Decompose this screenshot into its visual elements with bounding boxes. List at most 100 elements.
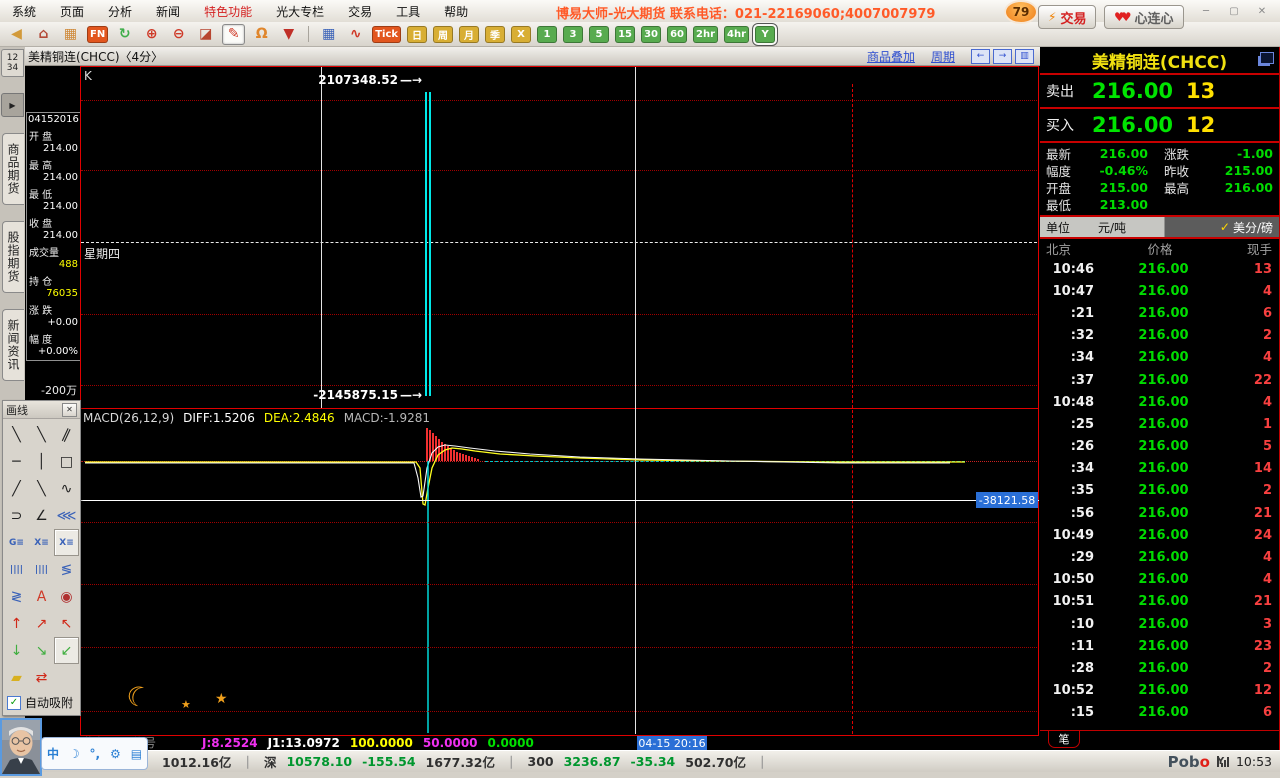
trade-row[interactable]: :35216.002 xyxy=(1040,480,1279,502)
channel-tool[interactable]: ≶ xyxy=(54,556,79,583)
tick-detail-tab[interactable]: 笔 xyxy=(1048,731,1080,748)
trade-row[interactable]: 10:50216.004 xyxy=(1040,569,1279,591)
zoom-out-icon[interactable]: ⊖ xyxy=(168,25,189,44)
time-grid-tool[interactable]: |||| xyxy=(4,556,29,583)
cycle-lines-tool[interactable]: |||| xyxy=(29,556,54,583)
period-3min-chip[interactable]: 3 xyxy=(563,26,583,43)
period-4hr-chip[interactable]: 4hr xyxy=(724,26,749,43)
menu-trade[interactable]: 交易 xyxy=(348,3,372,20)
indent-tool[interactable]: ⇄ xyxy=(29,664,54,691)
quote-table-icon[interactable]: ▦ xyxy=(318,25,339,44)
news-page-icon[interactable]: ▦ xyxy=(60,25,81,44)
regression-tool[interactable]: ≷ xyxy=(4,583,29,610)
parallel-lines-tool[interactable]: ∥ xyxy=(49,417,83,452)
menu-guangda-column[interactable]: 光大专栏 xyxy=(276,3,324,20)
period-day-chip[interactable]: 日 xyxy=(407,26,427,43)
gann-fan-tool[interactable]: ∠ xyxy=(29,502,54,529)
trade-row[interactable]: :25216.001 xyxy=(1040,413,1279,435)
fn-chip[interactable]: FN xyxy=(87,26,108,43)
ime-tools-icon[interactable]: ⚙ xyxy=(110,747,121,761)
ime-punct-icon[interactable]: °, xyxy=(90,747,101,761)
golden-section-tool[interactable]: X≡ xyxy=(29,529,54,556)
period-quarter-chip[interactable]: 季 xyxy=(485,26,505,43)
auto-snap-checkbox[interactable]: ✓ xyxy=(7,696,21,710)
trade-row[interactable]: 10:52216.0012 xyxy=(1040,680,1279,702)
period-15min-chip[interactable]: 15 xyxy=(615,26,635,43)
rectangle-tool[interactable]: □ xyxy=(54,448,79,475)
arrow-up-tool[interactable]: ↑ xyxy=(4,610,29,637)
trend-segment-tool[interactable]: ╲ xyxy=(29,475,54,502)
arrow-down-tool[interactable]: ↓ xyxy=(4,637,29,664)
restore-button[interactable]: ▢ xyxy=(1222,4,1246,19)
trade-row[interactable]: :21216.006 xyxy=(1040,302,1279,324)
trade-row[interactable]: 10:47216.004 xyxy=(1040,280,1279,302)
close-icon[interactable]: ✕ xyxy=(62,403,77,417)
menu-tools[interactable]: 工具 xyxy=(396,3,420,20)
period-month-chip[interactable]: 月 xyxy=(459,26,479,43)
horizontal-line-tool[interactable]: ─ xyxy=(4,448,29,475)
menu-help[interactable]: 帮助 xyxy=(444,3,468,20)
sidebar-tab-news[interactable]: 新闻资讯 xyxy=(2,309,24,381)
expand-arrow-tab[interactable]: ▶ xyxy=(1,93,24,117)
arrow-nw-tool[interactable]: ↖ xyxy=(54,610,79,637)
zoom-in-icon[interactable]: ⊕ xyxy=(141,25,162,44)
filter-icon[interactable]: ▼ xyxy=(278,25,299,44)
tick-chip[interactable]: Tick xyxy=(372,26,401,43)
ime-toolbar[interactable]: 中 ☽ °, ⚙ ▤ xyxy=(41,737,148,770)
trade-row[interactable]: 10:49216.0024 xyxy=(1040,524,1279,546)
refresh-icon[interactable]: ↻ xyxy=(114,25,135,44)
home-icon[interactable]: ⌂ xyxy=(33,25,54,44)
trade-row[interactable]: :34216.0014 xyxy=(1040,458,1279,480)
trade-list[interactable]: 10:46216.001310:47216.004:21216.006:3221… xyxy=(1040,258,1279,730)
menu-page[interactable]: 页面 xyxy=(60,3,84,20)
star-drawing[interactable]: ★ xyxy=(181,698,191,711)
star-drawing[interactable]: ★ xyxy=(215,691,228,707)
page-number-tab[interactable]: 1234 xyxy=(1,49,24,77)
prev-page-icon[interactable]: ← xyxy=(971,49,990,64)
wave-tool[interactable]: ∿ xyxy=(54,475,79,502)
period-30min-chip[interactable]: 30 xyxy=(641,26,661,43)
ask-row[interactable]: 卖出 216.00 13 xyxy=(1040,75,1279,107)
chart-area[interactable]: 2107348.52 -2145875.15 K 星期四 MACD(26,12,… xyxy=(80,66,1040,750)
trade-row[interactable]: :29216.004 xyxy=(1040,546,1279,568)
period-week-chip[interactable]: 周 xyxy=(433,26,453,43)
ime-softkeyboard-icon[interactable]: ▤ xyxy=(131,747,142,761)
period-x-chip[interactable]: X xyxy=(511,26,531,43)
ime-halfmoon-icon[interactable]: ☽ xyxy=(69,747,80,761)
alarm-icon[interactable]: Ω xyxy=(251,25,272,44)
menu-news[interactable]: 新闻 xyxy=(156,3,180,20)
trade-row[interactable]: :15216.006 xyxy=(1040,702,1279,724)
line-tool[interactable]: ╲ xyxy=(4,421,29,448)
period-60min-chip[interactable]: 60 xyxy=(667,26,687,43)
unit-toggle-row[interactable]: 单位 元/吨 ✓ 美分/磅 xyxy=(1040,217,1279,237)
trade-row[interactable]: :28216.002 xyxy=(1040,657,1279,679)
overlay-link[interactable]: 商品叠加 xyxy=(867,48,915,65)
minimize-button[interactable]: ─ xyxy=(1194,4,1218,19)
trade-row[interactable]: :11216.0023 xyxy=(1040,635,1279,657)
ray-tool[interactable]: ╱ xyxy=(4,475,29,502)
trade-row[interactable]: 10:46216.0013 xyxy=(1040,258,1279,280)
gann-lines-tool[interactable]: G≡ xyxy=(4,529,29,556)
period-1min-chip[interactable]: 1 xyxy=(537,26,557,43)
ime-lang-icon[interactable]: 中 xyxy=(47,745,59,762)
trade-row[interactable]: :37216.0022 xyxy=(1040,369,1279,391)
period-2hr-chip[interactable]: 2hr xyxy=(693,26,718,43)
unit-yuan-ton[interactable]: 元/吨 xyxy=(1098,219,1126,236)
trade-row[interactable]: :10216.003 xyxy=(1040,613,1279,635)
arrow-se-tool[interactable]: ↘ xyxy=(29,637,54,664)
trade-button[interactable]: ⚡ 交易 xyxy=(1038,5,1096,29)
draw-tool-icon[interactable]: ✎ xyxy=(222,24,245,45)
overlay-icon[interactable]: ◪ xyxy=(195,25,216,44)
vertical-line-tool[interactable]: │ xyxy=(29,448,54,475)
menu-analysis[interactable]: 分析 xyxy=(108,3,132,20)
period-link[interactable]: 周期 xyxy=(931,48,955,65)
period-5min-chip[interactable]: 5 xyxy=(589,26,609,43)
arc-tool[interactable]: ⊃ xyxy=(4,502,29,529)
eraser-tool[interactable]: ▰ xyxy=(4,664,29,691)
menu-special-features[interactable]: 特色功能 xyxy=(204,3,252,20)
trade-row[interactable]: :34216.004 xyxy=(1040,347,1279,369)
period-year-chip[interactable]: Y xyxy=(755,26,775,43)
popout-window-icon[interactable] xyxy=(1260,52,1274,64)
bid-row[interactable]: 买入 216.00 12 xyxy=(1040,109,1279,141)
trend-chart-icon[interactable]: ∿ xyxy=(345,25,366,44)
